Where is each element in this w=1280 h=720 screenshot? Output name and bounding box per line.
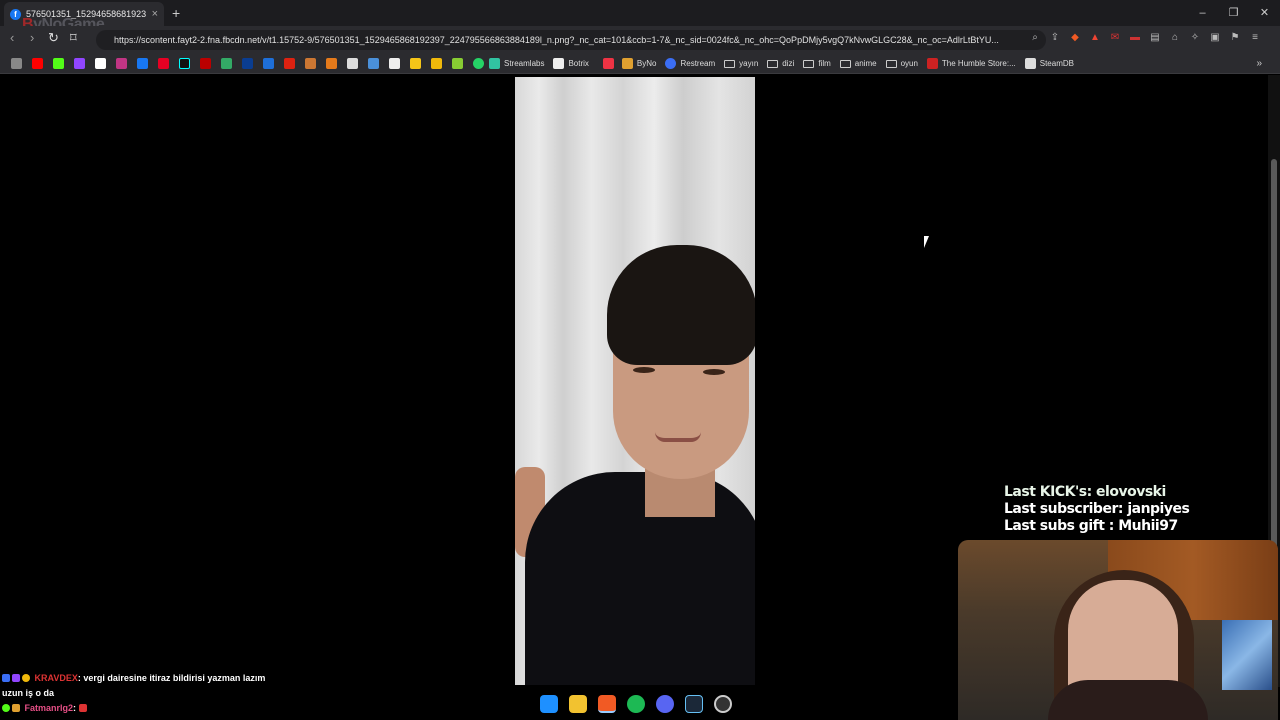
bookmark-steamdb[interactable]: SteamDB: [1024, 58, 1074, 69]
spotify-icon[interactable]: [627, 695, 645, 713]
last-subscriber-text: Last subscriber: janpiyes: [1004, 501, 1190, 517]
bookmark-icon[interactable]: [326, 58, 337, 69]
mouse-cursor: [924, 236, 929, 248]
menu-icon[interactable]: ≡: [1248, 31, 1262, 45]
more-bookmarks-icon[interactable]: »: [1256, 58, 1262, 69]
bookmark-icon[interactable]: [284, 58, 295, 69]
bookmark-byno[interactable]: ByNo: [621, 58, 656, 69]
bookmark-icon[interactable]: [305, 58, 316, 69]
stream-alerts-overlay: Last KICK's: elovovski Last subscriber: …: [1004, 484, 1190, 535]
stream-chat: KRAVDEX: vergi dairesine itiraz bildiris…: [2, 671, 265, 716]
bookmark-restream[interactable]: Restream: [665, 58, 715, 69]
folder-icon: [885, 59, 897, 68]
chat-message: KRAVDEX: vergi dairesine itiraz bildiris…: [2, 671, 265, 686]
kick-icon[interactable]: [53, 58, 64, 69]
bookmark-humble-store[interactable]: The Humble Store:...: [926, 58, 1016, 69]
emote-icon: [78, 704, 87, 712]
folder-icon: [803, 59, 815, 68]
app-icon[interactable]: [714, 695, 732, 713]
folder-icon: [724, 59, 736, 68]
pinterest-icon[interactable]: [158, 58, 169, 69]
bookmark-icon[interactable]: [263, 58, 274, 69]
badge-icon: [12, 674, 20, 682]
wallet-icon[interactable]: ⚑: [1228, 31, 1242, 45]
amazon-icon[interactable]: [347, 58, 358, 69]
extension-icon[interactable]: ⌂: [1168, 31, 1182, 45]
windows-start-icon[interactable]: [540, 695, 558, 713]
bookmark-icon[interactable]: [389, 58, 400, 69]
address-bar-row: ‹ › ↻ ⌑ https://scontent.fayt2-2.fna.fbc…: [0, 26, 1280, 54]
taskbar: [540, 692, 732, 716]
close-tab-icon[interactable]: ×: [152, 8, 158, 20]
chat-message: Fatmanrlg2:: [2, 701, 265, 716]
last-kick-text: Last KICK's: elovovski: [1004, 484, 1166, 500]
twitch-icon[interactable]: [74, 58, 85, 69]
toolbar-icons: ⌕ ⇪ ◆ ▲ ✉ ▬ ▤ ⌂ ✧ ▣ ⚑ ≡: [1028, 31, 1262, 45]
facebook-icon[interactable]: [137, 58, 148, 69]
minimize-button[interactable]: –: [1187, 0, 1218, 26]
x-icon[interactable]: [95, 58, 106, 69]
new-tab-button[interactable]: +: [172, 5, 180, 21]
forward-button[interactable]: ›: [30, 30, 34, 45]
restore-button[interactable]: ❐: [1218, 0, 1249, 26]
bookmark-folder-anime[interactable]: anime: [839, 59, 877, 68]
bookmark-folder-oyun[interactable]: oyun: [885, 59, 918, 68]
share-icon[interactable]: ⇪: [1048, 31, 1062, 45]
imdb-icon[interactable]: [410, 58, 421, 69]
window-controls: – ❐ ✕: [1187, 0, 1280, 26]
bookmark-folder-yayin[interactable]: yayın: [724, 59, 758, 68]
extensions-icon[interactable]: ✧: [1188, 31, 1202, 45]
apps-icon[interactable]: [11, 58, 22, 69]
instagram-icon[interactable]: [116, 58, 127, 69]
bookmark-icon[interactable]: [200, 58, 211, 69]
bookmark-folder-dizi[interactable]: dizi: [767, 59, 794, 68]
bookmark-folder-film[interactable]: film: [803, 59, 831, 68]
tiktok-icon[interactable]: [179, 58, 190, 69]
bookmark-botrix[interactable]: Botrix: [553, 58, 589, 69]
brave-browser-icon[interactable]: [598, 695, 616, 713]
discord-icon[interactable]: [656, 695, 674, 713]
bookmark-icon[interactable]: [368, 58, 379, 69]
folder-icon: [839, 59, 851, 68]
bookmark-streamlabs[interactable]: Streamlabs: [489, 58, 544, 69]
brave-rewards-icon[interactable]: ▲: [1088, 31, 1102, 45]
youtube-icon[interactable]: [32, 58, 43, 69]
url-field[interactable]: https://scontent.fayt2-2.fna.fbcdn.net/v…: [96, 30, 1046, 50]
reload-button[interactable]: ↻: [48, 30, 59, 46]
tab-bar: f 576501351_1529465868192397 × + – ❐ ✕: [0, 0, 1280, 26]
extension-icon[interactable]: ▬: [1128, 31, 1142, 45]
folder-icon: [767, 59, 779, 68]
bookmark-icon[interactable]: [602, 58, 614, 69]
binance-icon[interactable]: [431, 58, 442, 69]
sidebar-icon[interactable]: ▣: [1208, 31, 1222, 45]
whatsapp-icon[interactable]: [473, 58, 484, 69]
badge-icon: [12, 704, 20, 712]
file-explorer-icon[interactable]: [569, 695, 587, 713]
badge-icon: [2, 674, 10, 682]
facebook-icon: f: [10, 8, 21, 20]
bookmark-icon[interactable]: [452, 58, 463, 69]
bookmark-button[interactable]: ⌑: [70, 30, 77, 46]
brave-shield-icon[interactable]: ◆: [1068, 31, 1082, 45]
last-gift-text: Last subs gift : Muhii97: [1004, 518, 1178, 534]
extension-icon[interactable]: ▤: [1148, 31, 1162, 45]
badge-icon: [22, 674, 30, 682]
gmail-extension-icon[interactable]: ✉: [1108, 31, 1122, 45]
back-button[interactable]: ‹: [10, 30, 14, 45]
zoom-icon[interactable]: ⌕: [1028, 31, 1042, 45]
chat-message: uzun iş o da: [2, 688, 55, 698]
bookmark-icon[interactable]: [242, 58, 253, 69]
bookmarks-bar: Streamlabs Botrix ByNo Restream yayın di…: [0, 54, 1280, 74]
webcam-feed: [958, 540, 1278, 720]
badge-icon: [2, 704, 10, 712]
bookmark-icon[interactable]: [221, 58, 232, 69]
displayed-image-portrait: [515, 77, 755, 685]
steam-icon[interactable]: [685, 695, 703, 713]
close-window-button[interactable]: ✕: [1249, 0, 1280, 26]
